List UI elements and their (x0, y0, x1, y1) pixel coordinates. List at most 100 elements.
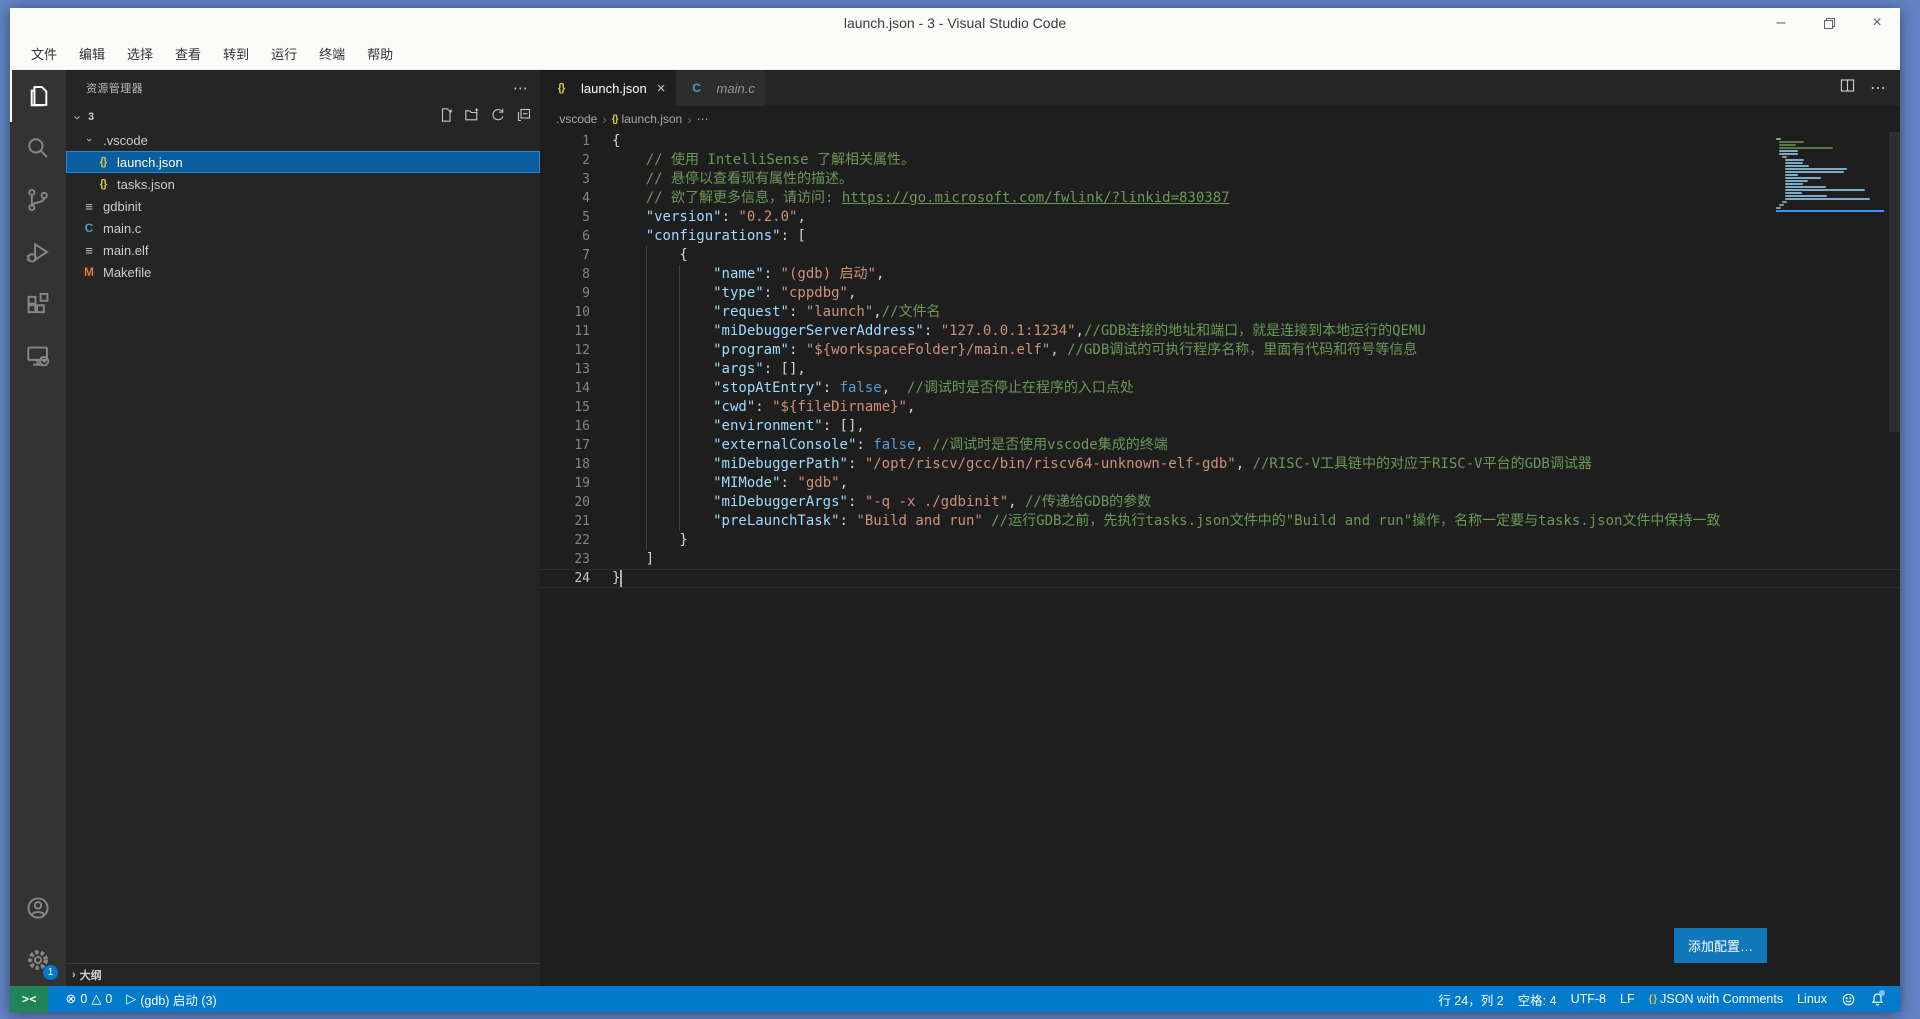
line-number[interactable]: 3 (540, 170, 590, 189)
code-line-23[interactable]: 23 ] (540, 550, 1900, 569)
new-file-icon[interactable] (438, 107, 454, 128)
remote-indicator[interactable]: >< (10, 986, 48, 1012)
code-line-17[interactable]: 17 "externalConsole": false, //调试时是否使用vs… (540, 436, 1900, 455)
code-line-14[interactable]: 14 "stopAtEntry": false, //调试时是否停止在程序的入口… (540, 379, 1900, 398)
line-number[interactable]: 24 (540, 569, 590, 588)
code-line-9[interactable]: 9 "type": "cppdbg", (540, 284, 1900, 303)
notifications-bell-icon[interactable] (1863, 986, 1892, 1012)
explorer-more-icon[interactable]: ⋯ (513, 79, 528, 97)
line-number[interactable]: 2 (540, 151, 590, 170)
workspace-section-label[interactable]: 3 (88, 111, 436, 123)
code-line-4[interactable]: 4 // 欲了解更多信息，请访问: https://go.microsoft.c… (540, 189, 1900, 208)
code-line-13[interactable]: 13 "args": [], (540, 360, 1900, 379)
line-number[interactable]: 6 (540, 227, 590, 246)
code-line-20[interactable]: 20 "miDebuggerArgs": "-q -x ./gdbinit", … (540, 493, 1900, 512)
add-configuration-button[interactable]: 添加配置… (1674, 928, 1767, 963)
remote-explorer-icon[interactable] (10, 330, 66, 382)
account-icon[interactable] (10, 882, 66, 934)
editor-scrollbar[interactable] (1889, 132, 1900, 432)
code-line-3[interactable]: 3 // 悬停以查看现有属性的描述。 (540, 170, 1900, 189)
extensions-icon[interactable] (10, 278, 66, 330)
line-number[interactable]: 4 (540, 189, 590, 208)
code-line-5[interactable]: 5 "version": "0.2.0", (540, 208, 1900, 227)
code-line-18[interactable]: 18 "miDebuggerPath": "/opt/riscv/gcc/bin… (540, 455, 1900, 474)
language-mode-status[interactable]: { } JSON with Comments (1642, 986, 1791, 1012)
settings-icon[interactable]: 1 (10, 934, 66, 986)
menu-item-转到[interactable]: 转到 (214, 40, 258, 67)
line-number[interactable]: 15 (540, 398, 590, 417)
line-number[interactable]: 7 (540, 246, 590, 265)
line-number[interactable]: 19 (540, 474, 590, 493)
line-number[interactable]: 21 (540, 512, 590, 531)
line-number[interactable]: 16 (540, 417, 590, 436)
collapse-all-icon[interactable] (516, 107, 532, 128)
menu-item-查看[interactable]: 查看 (166, 40, 210, 67)
tab-launch.json[interactable]: {}launch.json× (540, 70, 676, 106)
problems-status[interactable]: ⊗ 0 △ 0 (58, 986, 119, 1012)
code-line-11[interactable]: 11 "miDebuggerServerAddress": "127.0.0.1… (540, 322, 1900, 341)
code-line-2[interactable]: 2 // 使用 IntelliSense 了解相关属性。 (540, 151, 1900, 170)
code-line-12[interactable]: 12 "program": "${workspaceFolder}/main.e… (540, 341, 1900, 360)
line-number[interactable]: 11 (540, 322, 590, 341)
breadcrumb-item-⋯[interactable]: ⋯ (697, 112, 709, 126)
cursor-position-status[interactable]: 行 24，列 2 (1431, 986, 1510, 1012)
line-number[interactable]: 9 (540, 284, 590, 303)
breadcrumb-item-.vscode[interactable]: .vscode (556, 112, 597, 126)
search-icon[interactable] (10, 122, 66, 174)
tree-item-gdbinit[interactable]: ≡gdbinit (66, 195, 540, 217)
line-number[interactable]: 20 (540, 493, 590, 512)
feedback-icon[interactable] (1834, 986, 1863, 1012)
code-line-1[interactable]: 1{ (540, 132, 1900, 151)
eol-status[interactable]: LF (1613, 986, 1642, 1012)
indentation-status[interactable]: 空格: 4 (1511, 986, 1564, 1012)
code-line-8[interactable]: 8 "name": "(gdb) 启动", (540, 265, 1900, 284)
line-number[interactable]: 8 (540, 265, 590, 284)
chevron-down-icon[interactable]: › (70, 110, 86, 125)
line-number[interactable]: 10 (540, 303, 590, 322)
tree-item-launch.json[interactable]: {}launch.json (66, 151, 540, 173)
code-line-6[interactable]: 6 "configurations": [ (540, 227, 1900, 246)
editor-more-actions-icon[interactable]: ⋯ (1870, 78, 1886, 98)
tree-item-.vscode[interactable]: ›.vscode (66, 129, 540, 151)
close-tab-icon[interactable]: × (657, 80, 666, 97)
menu-item-运行[interactable]: 运行 (262, 40, 306, 67)
code-line-10[interactable]: 10 "request": "launch",//文件名 (540, 303, 1900, 322)
line-number[interactable]: 1 (540, 132, 590, 151)
line-number[interactable]: 23 (540, 550, 590, 569)
explorer-icon[interactable] (10, 70, 66, 122)
source-control-icon[interactable] (10, 174, 66, 226)
line-number[interactable]: 18 (540, 455, 590, 474)
breadcrumb-item-launch.json[interactable]: {}launch.json (612, 112, 683, 126)
line-number[interactable]: 12 (540, 341, 590, 360)
tab-main.c[interactable]: Cmain.c (676, 70, 766, 106)
restore-icon[interactable] (1820, 14, 1838, 32)
refresh-icon[interactable] (490, 107, 506, 128)
tree-item-main.elf[interactable]: ≡main.elf (66, 239, 540, 261)
outline-section[interactable]: › 大纲 (66, 963, 540, 986)
minimize-icon[interactable]: – (1772, 14, 1790, 32)
code-line-22[interactable]: 22 } (540, 531, 1900, 550)
line-number[interactable]: 5 (540, 208, 590, 227)
code-line-16[interactable]: 16 "environment": [], (540, 417, 1900, 436)
tree-item-main.c[interactable]: Cmain.c (66, 217, 540, 239)
code-line-15[interactable]: 15 "cwd": "${fileDirname}", (540, 398, 1900, 417)
code-line-24[interactable]: 24} (540, 569, 1900, 588)
code-line-21[interactable]: 21 "preLaunchTask": "Build and run" //运行… (540, 512, 1900, 531)
split-editor-icon[interactable] (1839, 77, 1856, 99)
line-number[interactable]: 17 (540, 436, 590, 455)
close-icon[interactable]: × (1868, 14, 1886, 32)
debug-launch-status[interactable]: ▷ (gdb) 启动 (3) (119, 986, 223, 1012)
line-number[interactable]: 14 (540, 379, 590, 398)
code-editor[interactable]: 1{2 // 使用 IntelliSense 了解相关属性。3 // 悬停以查看… (540, 132, 1900, 986)
tree-item-Makefile[interactable]: MMakefile (66, 261, 540, 283)
tree-item-tasks.json[interactable]: {}tasks.json (66, 173, 540, 195)
new-folder-icon[interactable] (464, 107, 480, 128)
menu-item-编辑[interactable]: 编辑 (70, 40, 114, 67)
code-line-19[interactable]: 19 "MIMode": "gdb", (540, 474, 1900, 493)
menu-item-选择[interactable]: 选择 (118, 40, 162, 67)
menu-item-帮助[interactable]: 帮助 (358, 40, 402, 67)
menu-item-终端[interactable]: 终端 (310, 40, 354, 67)
line-number[interactable]: 13 (540, 360, 590, 379)
menu-item-文件[interactable]: 文件 (22, 40, 66, 67)
line-number[interactable]: 22 (540, 531, 590, 550)
